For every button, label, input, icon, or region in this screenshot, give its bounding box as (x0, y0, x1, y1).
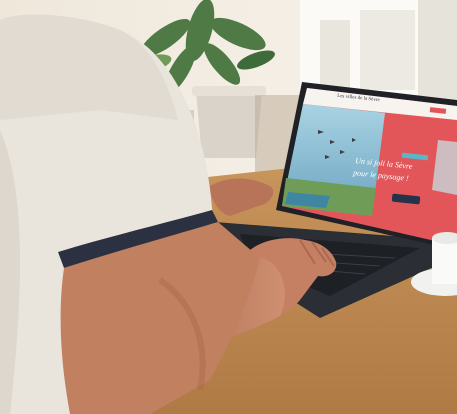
plant-pot (196, 92, 262, 158)
photo-scene (0, 0, 457, 414)
